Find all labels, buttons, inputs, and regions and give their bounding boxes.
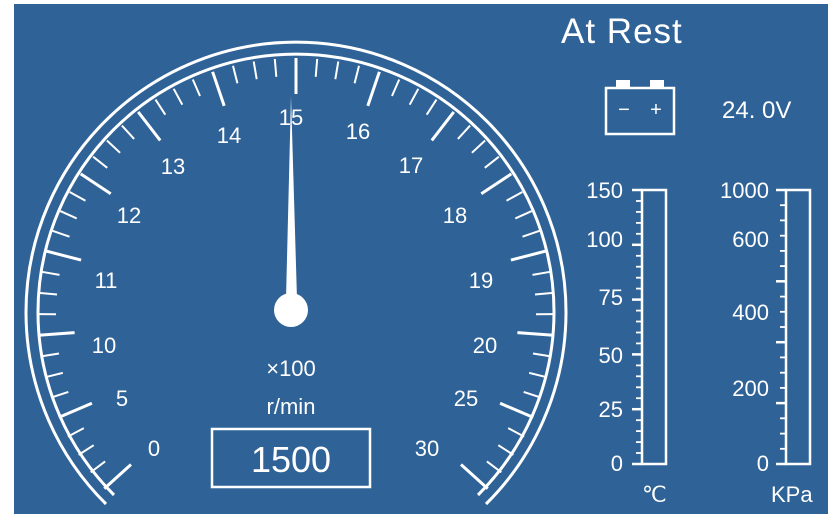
tach-major-tick: [499, 401, 534, 419]
tach-minor-tick: [154, 99, 167, 116]
tach-label-10: 10: [92, 333, 116, 358]
tach-minor-tick: [41, 270, 60, 276]
dashboard-panel: 0 5 10 11 12 13 14 15 16 17 18 19 20 25 …: [14, 4, 828, 514]
tach-label-12: 12: [117, 203, 141, 228]
tach-minor-tick: [41, 352, 60, 358]
tach-label-0: 0: [148, 436, 160, 461]
tach-label-17: 17: [399, 153, 423, 178]
tach-major-tick: [211, 71, 226, 107]
battery-icon: − +: [604, 76, 676, 138]
tach-minor-tick: [67, 427, 85, 438]
temp-label-25: 25: [599, 397, 623, 422]
tach-major-tick: [430, 110, 455, 142]
tach-minor-tick: [69, 191, 86, 202]
tach-major-tick: [480, 172, 513, 195]
temperature-gauge: 0 25 50 75 100 150: [586, 178, 668, 476]
temperature-ticks: [632, 188, 642, 466]
tach-minor-tick: [59, 210, 78, 220]
rpm-unit-label: r/min: [267, 394, 316, 419]
tach-minor-tick: [408, 88, 420, 106]
tach-minor-tick: [391, 79, 401, 97]
tach-minor-tick: [45, 371, 64, 379]
tach-label-16: 16: [346, 119, 370, 144]
tach-minor-tick: [507, 427, 525, 438]
tach-label-30: 30: [415, 436, 439, 461]
pressure-gauge: 0 200 400 600 1000: [720, 178, 812, 476]
press-label-1000: 1000: [720, 178, 769, 203]
tach-major-tick: [58, 401, 93, 419]
tach-label-13: 13: [161, 154, 185, 179]
status-label: At Rest: [561, 12, 683, 51]
tach-label-14: 14: [217, 123, 241, 148]
tach-minor-tick: [532, 352, 551, 358]
tach-minor-tick: [78, 444, 95, 456]
tach-minor-tick: [38, 291, 58, 296]
tach-major-tick: [45, 249, 82, 262]
gauges-canvas: 0 5 10 11 12 13 14 15 16 17 18 19 20 25 …: [24, 40, 812, 506]
tach-minor-tick: [232, 65, 239, 84]
tach-minor-tick: [425, 99, 438, 116]
tach-major-tick: [38, 331, 75, 337]
tach-major-tick: [79, 172, 112, 195]
tach-minor-tick: [191, 79, 201, 97]
temp-label-0: 0: [611, 451, 623, 476]
temp-label-150: 150: [586, 178, 623, 203]
tach-major-tick: [510, 249, 547, 262]
tach-minor-tick: [457, 124, 471, 140]
tach-label-25: 25: [454, 386, 478, 411]
tach-minor-tick: [121, 124, 135, 140]
tach-minor-tick: [314, 58, 319, 77]
needle-hub: [274, 293, 308, 327]
press-label-0: 0: [757, 451, 769, 476]
multiplier-label: ×100: [266, 356, 316, 381]
tach-label-19: 19: [469, 268, 493, 293]
pressure-ticks: [776, 188, 786, 466]
tach-minor-tick: [514, 210, 533, 220]
pressure-bar: [784, 188, 812, 466]
tach-minor-tick: [532, 270, 551, 276]
tach-minor-tick: [273, 58, 278, 77]
temperature-bar: [640, 188, 668, 466]
tach-minor-tick: [172, 88, 184, 106]
tach-minor-tick: [471, 139, 486, 154]
tach-minor-tick: [353, 65, 360, 84]
tach-minor-tick: [106, 139, 121, 154]
tach-minor-tick: [528, 371, 547, 379]
tachometer: 0 5 10 11 12 13 14 15 16 17 18 19 20 25 …: [24, 40, 568, 506]
press-label-200: 200: [732, 376, 769, 401]
tach-minor-tick: [50, 390, 69, 399]
battery-plus-sign: +: [650, 99, 662, 121]
pressure-unit: KPa: [771, 482, 813, 507]
tach-minor-tick: [506, 191, 523, 202]
tach-minor-tick: [90, 460, 106, 474]
tach-minor-tick: [497, 444, 514, 456]
tach-minor-tick: [523, 390, 542, 399]
temp-label-100: 100: [586, 227, 623, 252]
tach-major-tick: [366, 71, 381, 107]
tach-label-18: 18: [443, 203, 467, 228]
tach-major-tick: [517, 331, 554, 337]
tach-label-5: 5: [116, 386, 128, 411]
tach-label-11: 11: [95, 268, 118, 293]
temperature-unit: ℃: [642, 482, 667, 507]
tach-minor-tick: [484, 155, 500, 169]
battery-minus-sign: −: [618, 99, 630, 121]
tach-minor-tick: [252, 61, 258, 80]
temp-label-50: 50: [599, 343, 623, 368]
tach-major-tick: [459, 463, 489, 490]
tach-minor-tick: [334, 61, 340, 80]
tach-minor-tick: [92, 155, 108, 169]
rpm-readout-value: 1500: [251, 439, 331, 480]
tach-minor-tick: [534, 291, 554, 296]
temp-label-75: 75: [599, 285, 623, 310]
tach-major-tick: [137, 110, 162, 142]
press-label-600: 600: [732, 227, 769, 252]
tach-minor-tick: [52, 229, 70, 238]
battery-voltage: 24. 0V: [722, 97, 792, 124]
tach-major-tick: [103, 463, 133, 490]
tach-minor-tick: [486, 460, 502, 474]
tach-minor-tick: [522, 229, 540, 238]
press-label-400: 400: [732, 300, 769, 325]
tach-label-20: 20: [473, 333, 497, 358]
